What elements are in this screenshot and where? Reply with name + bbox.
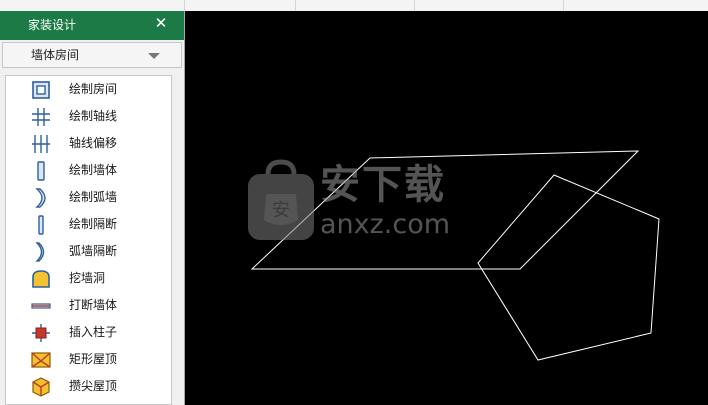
list-item-draw-wall[interactable]: 绘制墙体 [6,157,171,184]
list-item-label: 攒尖屋顶 [69,379,118,393]
close-icon[interactable]: ✕ [153,15,169,31]
list-item-pyramid-roof[interactable]: 攒尖屋顶 [6,373,171,400]
list-item-draw-arc-wall[interactable]: 绘制弧墙 [6,184,171,211]
watermark: 安 安下载 anxz.com [246,158,476,244]
list-item-label: 弧墙隔断 [69,244,118,258]
list-item-label: 绘制房间 [69,82,118,96]
list-item-insert-column[interactable]: 插入柱子 [6,319,171,346]
wall-icon [37,161,45,181]
list-item-draw-room[interactable]: 绘制房间 [6,76,171,103]
category-dropdown-value: 墙体房间 [31,48,80,62]
panel-title: 家装设计 [28,18,77,32]
column-icon [32,324,50,342]
chevron-down-icon [148,53,160,59]
list-item-break-wall[interactable]: 打断墙体 [6,292,171,319]
home-design-panel: 家装设计 ✕ 墙体房间 绘制房间 绘制轴线 轴线偏移 绘制墙体 绘制弧墙 绘制隔… [0,11,185,405]
command-list: 绘制房间 绘制轴线 轴线偏移 绘制墙体 绘制弧墙 绘制隔断 弧墙隔断 挖墙洞 打… [5,75,172,405]
list-item-arc-partition[interactable]: 弧墙隔断 [6,238,171,265]
list-item-axis-offset[interactable]: 轴线偏移 [6,130,171,157]
watermark-badge-char: 安 [272,200,290,221]
list-item-label: 绘制轴线 [69,109,118,123]
shopping-bag-logo-icon: 安 [248,159,314,240]
pentagon-shape [477,174,660,361]
list-item-label: 绘制隔断 [69,217,118,231]
arc-wall-icon [35,188,46,208]
panel-titlebar: 家装设计 ✕ [0,11,184,40]
list-item-label: 打断墙体 [69,298,118,312]
axis-offset-icon [32,135,50,153]
toolbar-separator [414,0,415,11]
list-item-label: 绘制弧墙 [69,190,118,204]
list-item-label: 矩形屋顶 [69,352,118,366]
toolbar-separator [295,0,296,11]
list-item-label: 绘制墙体 [69,163,118,177]
category-dropdown[interactable]: 墙体房间 [2,42,182,68]
break-wall-icon [31,303,51,309]
partition-icon [38,215,44,235]
list-item-wall-hole[interactable]: 挖墙洞 [6,265,171,292]
toolbar-separator [563,0,564,11]
axis-grid-icon [32,108,50,126]
watermark-text-en: anxz.com [320,209,451,240]
list-item-label: 轴线偏移 [69,136,118,150]
arc-partition-icon [35,242,45,262]
rect-roof-icon [31,352,51,368]
wall-hole-icon [32,270,50,288]
list-item-label: 挖墙洞 [69,271,106,285]
list-item-label: 插入柱子 [69,325,118,339]
list-item-draw-partition[interactable]: 绘制隔断 [6,211,171,238]
list-item-draw-axis[interactable]: 绘制轴线 [6,103,171,130]
list-item-rect-roof[interactable]: 矩形屋顶 [6,346,171,373]
toolbar-separator [184,0,185,11]
watermark-text-cn: 安下载 [320,162,446,208]
room-square-icon [32,81,50,99]
pyramid-roof-icon [32,377,50,397]
